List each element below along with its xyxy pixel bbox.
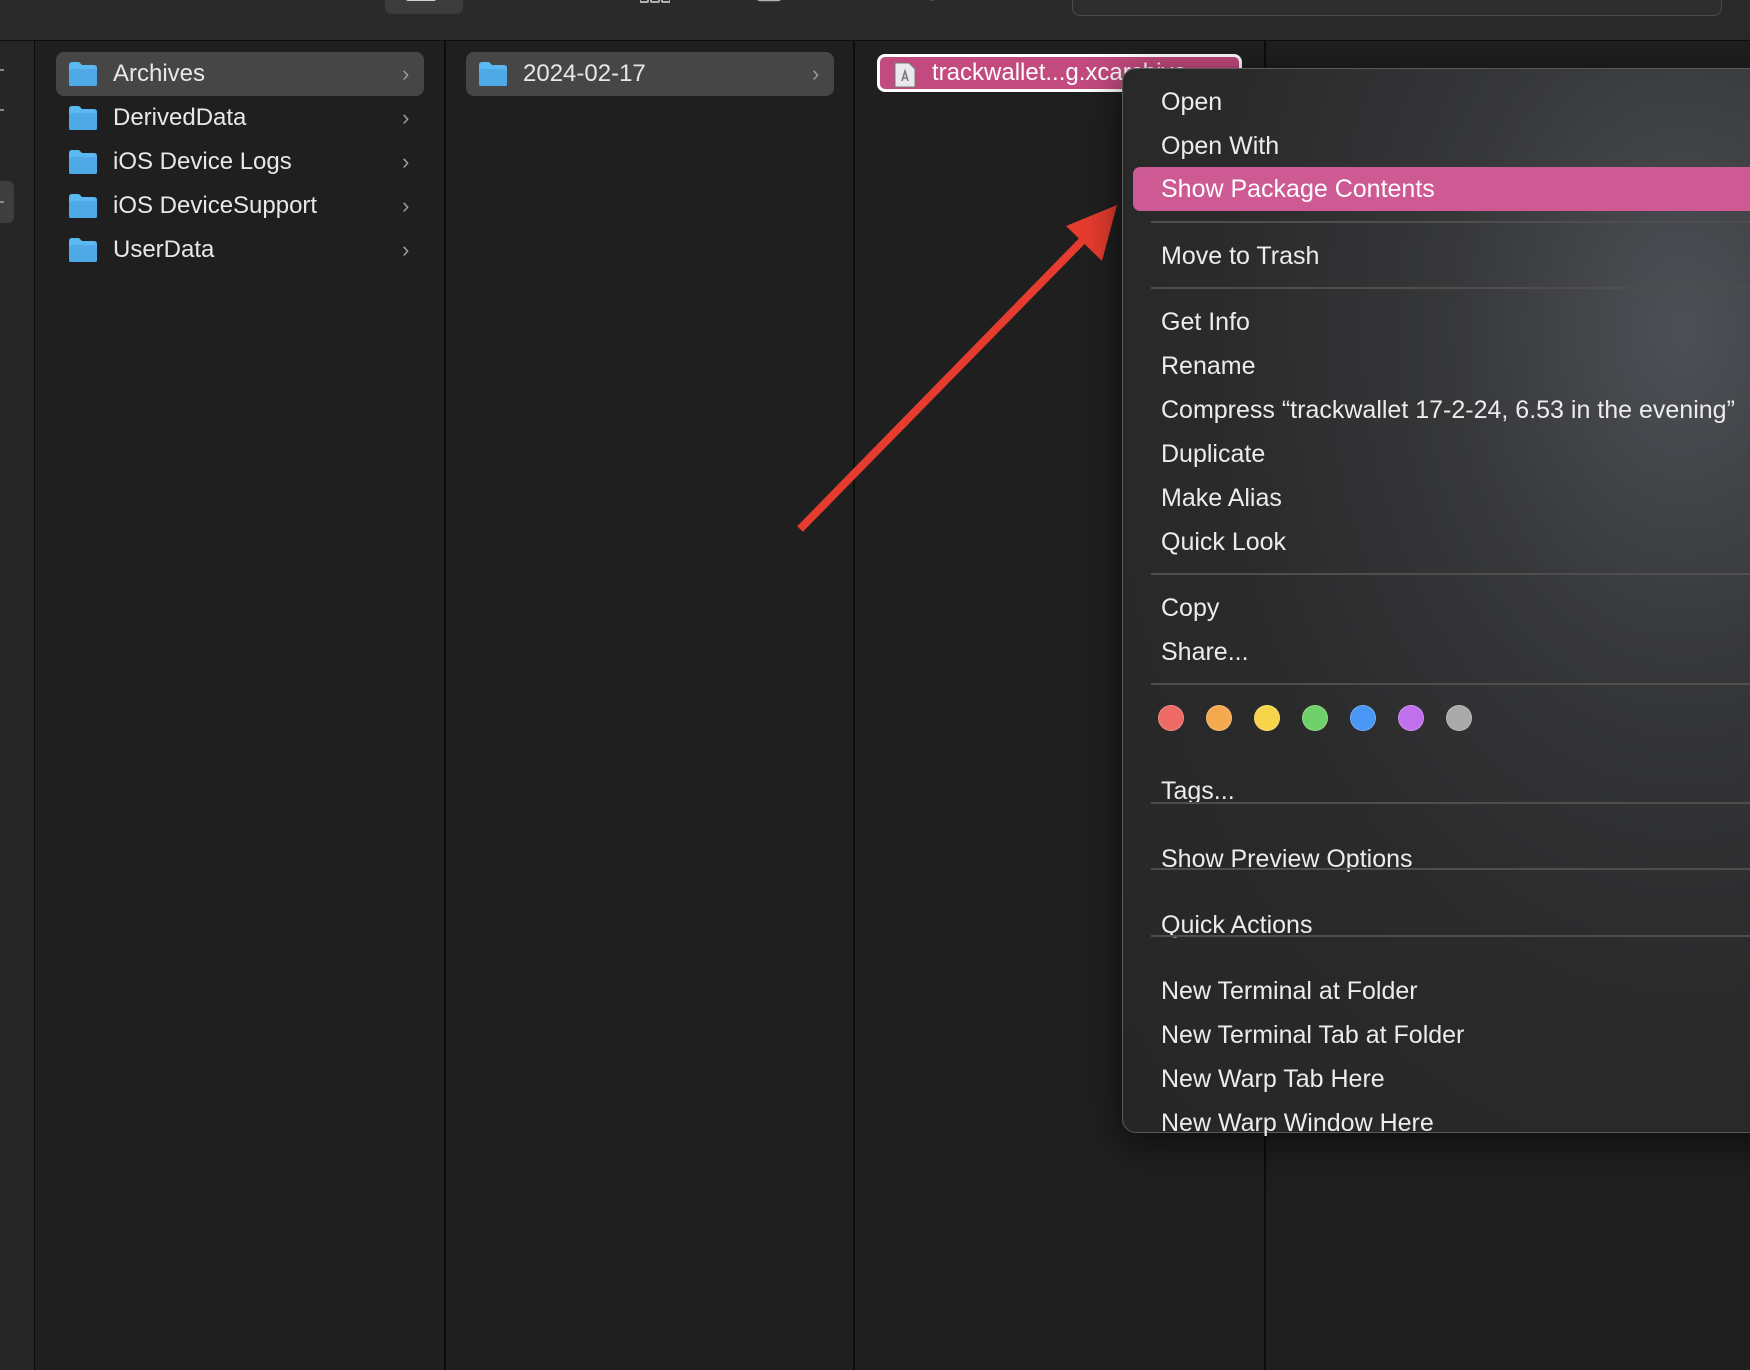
folder-icon (69, 238, 97, 262)
folder-label: UserData (113, 236, 215, 263)
tag-blue-button[interactable] (1350, 705, 1376, 731)
folder-row-archives[interactable]: Archives › (56, 52, 424, 96)
menu-separator (1151, 287, 1750, 289)
sidebar (0, 41, 35, 1370)
folder-icon (479, 62, 507, 86)
finder-column-2: 2024-02-17 › (446, 41, 855, 1370)
folder-row-userdata[interactable]: UserData › (56, 228, 424, 272)
menu-item-show-preview-options[interactable]: Show Preview Options (1133, 837, 1750, 881)
menu-item-tags[interactable]: Tags... (1133, 769, 1750, 813)
folder-row-ios-device-logs[interactable]: iOS Device Logs › (56, 140, 424, 184)
chevron-right-icon: › (402, 193, 410, 218)
menu-item-duplicate[interactable]: Duplicate (1133, 432, 1750, 476)
gallery-view-icon[interactable] (640, 0, 670, 10)
menu-item-new-terminal-tab-at-folder[interactable]: New Terminal Tab at Folder (1133, 1013, 1750, 1057)
search-field[interactable] (1072, 0, 1722, 16)
list-view-icon[interactable] (406, 0, 436, 10)
folder-label: DerivedData (113, 104, 247, 131)
chevron-right-icon: › (402, 149, 410, 174)
context-menu: Open Open With Show Package Contents Mov… (1122, 68, 1750, 1137)
more-actions-icon[interactable] (917, 0, 947, 10)
menu-item-share[interactable]: Share... (1133, 630, 1750, 674)
folder-label: iOS DeviceSupport (113, 192, 318, 219)
menu-separator (1151, 683, 1750, 685)
menu-item-compress[interactable]: Compress “trackwallet 17-2-24, 6.53 in t… (1133, 388, 1750, 432)
folder-icon (69, 106, 97, 130)
folder-row-deriveddata[interactable]: DerivedData › (56, 96, 424, 140)
sidebar-marker (0, 69, 4, 71)
folder-row-date[interactable]: 2024-02-17 › (466, 52, 834, 96)
menu-separator (1151, 868, 1750, 870)
finder-toolbar (0, 0, 1750, 41)
tag-yellow-button[interactable] (1254, 705, 1280, 731)
tag-orange-button[interactable] (1206, 705, 1232, 731)
menu-item-show-package-contents[interactable]: Show Package Contents (1133, 167, 1750, 211)
folder-label: Archives (113, 60, 206, 87)
tag-gray-button[interactable] (1446, 705, 1472, 731)
sidebar-marker (0, 201, 4, 203)
menu-item-new-terminal-at-folder[interactable]: New Terminal at Folder (1133, 969, 1750, 1013)
chevron-right-icon: › (402, 61, 410, 86)
menu-separator (1151, 573, 1750, 575)
tag-purple-button[interactable] (1398, 705, 1424, 731)
column-view-icon[interactable] (487, 0, 517, 10)
menu-item-rename[interactable]: Rename (1133, 344, 1750, 388)
menu-separator (1151, 221, 1750, 223)
menu-item-new-warp-window-here[interactable]: New Warp Window Here (1133, 1101, 1750, 1145)
menu-item-get-info[interactable]: Get Info (1133, 300, 1750, 344)
menu-separator (1151, 802, 1750, 804)
finder-column-1: Archives › DerivedData › iOS Device Logs… (36, 41, 446, 1370)
tag-icon[interactable] (832, 0, 862, 10)
menu-item-new-warp-tab-here[interactable]: New Warp Tab Here (1133, 1057, 1750, 1101)
folder-icon (69, 62, 97, 86)
sidebar-marker (0, 109, 4, 111)
chevron-right-icon: › (402, 105, 410, 130)
folder-icon (69, 150, 97, 174)
menu-item-quick-look[interactable]: Quick Look (1133, 520, 1750, 564)
menu-item-quick-actions[interactable]: Quick Actions (1133, 903, 1750, 947)
menu-item-move-to-trash[interactable]: Move to Trash (1133, 234, 1750, 278)
folder-label: 2024-02-17 (523, 60, 646, 87)
menu-separator (1151, 935, 1750, 937)
menu-item-open-with[interactable]: Open With (1133, 124, 1750, 168)
chevron-right-icon: › (812, 61, 820, 86)
menu-item-make-alias[interactable]: Make Alias (1133, 476, 1750, 520)
tag-red-button[interactable] (1158, 705, 1184, 731)
icon-view-icon[interactable] (246, 0, 276, 10)
folder-label: iOS Device Logs (113, 148, 292, 175)
menu-item-copy[interactable]: Copy (1133, 586, 1750, 630)
folder-icon (69, 194, 97, 218)
tag-green-button[interactable] (1302, 705, 1328, 731)
xcarchive-file-icon (894, 62, 916, 88)
menu-item-open[interactable]: Open (1133, 80, 1750, 124)
group-icon[interactable] (755, 0, 785, 10)
folder-row-ios-devicesupport[interactable]: iOS DeviceSupport › (56, 184, 424, 228)
chevron-right-icon: › (402, 237, 410, 262)
